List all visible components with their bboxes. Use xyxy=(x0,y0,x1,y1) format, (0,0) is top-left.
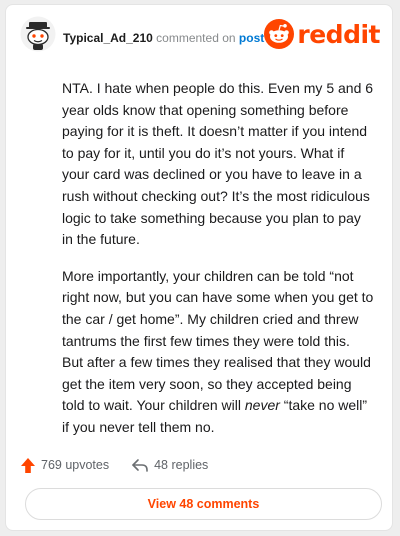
reddit-logo[interactable]: reddit xyxy=(264,17,380,51)
comment-card: Typical_Ad_210 commented on post reddit … xyxy=(5,4,393,531)
upvote-count: 769 upvotes xyxy=(41,458,110,472)
upvote-button[interactable]: 769 upvotes xyxy=(20,457,109,474)
comment-paragraph: More importantly, your children can be t… xyxy=(62,266,374,439)
comment-paragraph: NTA. I hate when people do this. Even my… xyxy=(62,78,374,251)
reply-arrow-icon xyxy=(132,458,148,472)
action-text: commented on xyxy=(156,31,236,45)
paragraph-text: More importantly, your children can be t… xyxy=(62,267,374,414)
post-link[interactable]: post xyxy=(239,31,264,45)
reddit-wordmark: reddit xyxy=(297,19,380,49)
byline: Typical_Ad_210 commented on post xyxy=(63,31,264,45)
emphasis-text: never xyxy=(244,397,280,414)
comment-actions: 769 upvotes 48 replies xyxy=(20,455,230,475)
replies-count: 48 replies xyxy=(154,458,209,472)
comment-header: Typical_Ad_210 commented on post reddit xyxy=(20,14,380,60)
snoo-avatar-icon[interactable] xyxy=(20,16,56,52)
upvote-arrow-icon xyxy=(21,457,35,473)
view-comments-button[interactable]: View 48 comments xyxy=(25,488,382,520)
username-link[interactable]: Typical_Ad_210 xyxy=(63,31,153,45)
paragraph-text: NTA. I hate when people do this. Even my… xyxy=(62,80,374,248)
replies-button[interactable]: 48 replies xyxy=(131,458,208,473)
reddit-alien-icon xyxy=(264,19,295,49)
comment-body: NTA. I hate when people do this. Even my… xyxy=(62,78,374,454)
